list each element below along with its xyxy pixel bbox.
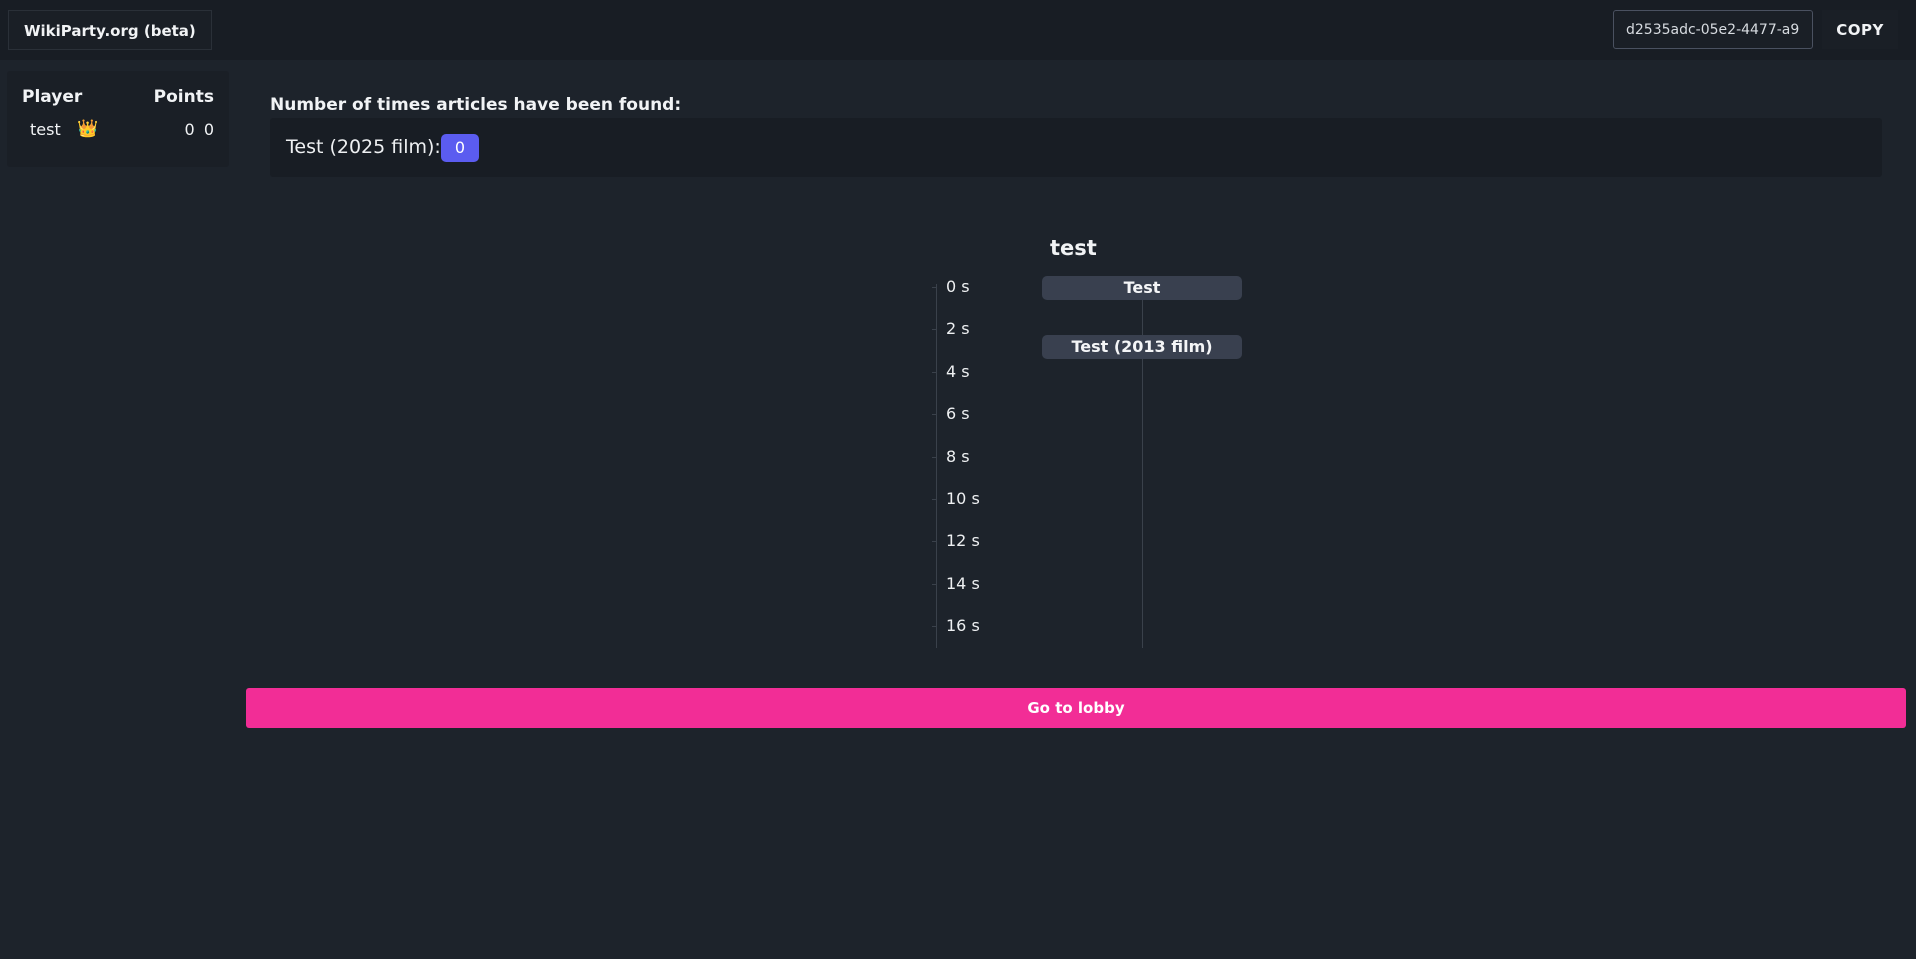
timeline-player-name: test [1050, 236, 1097, 260]
found-section-title: Number of times articles have been found… [270, 95, 682, 115]
scoreboard-header-points: Points [153, 87, 214, 107]
player-name: test [30, 120, 61, 139]
scoreboard-header-player: Player [22, 87, 83, 107]
timeline-article[interactable]: Test (2013 film) [1042, 335, 1242, 360]
axis-tick [932, 626, 937, 628]
axis-tick-label: 10 s [946, 489, 980, 508]
crown-icon: 👑 [77, 119, 99, 139]
site-logo[interactable]: WikiParty.org (beta) [8, 10, 212, 50]
axis-tick [932, 456, 937, 458]
found-count-badge: 0 [441, 134, 479, 162]
axis-tick-label: 14 s [946, 573, 980, 593]
found-article-label: Test (2025 film): [286, 136, 441, 158]
player-points: 0 0 [185, 120, 214, 139]
found-articles-panel: Test (2025 film): 0 [270, 118, 1882, 177]
axis-tick-label: 12 s [946, 531, 980, 551]
axis-tick-label: 2 s [946, 319, 970, 339]
axis-tick-label: 0 s [946, 277, 970, 296]
go-to-lobby-button[interactable]: Go to lobby [246, 688, 1906, 728]
axis-tick [932, 287, 937, 288]
timeline-article[interactable]: Test [1042, 276, 1242, 300]
game-id-field[interactable] [1613, 10, 1813, 49]
top-bar: WikiParty.org (beta) COPY [0, 0, 1916, 60]
axis-tick [932, 329, 937, 331]
axis-tick-label: 4 s [946, 361, 970, 381]
axis-tick [932, 499, 937, 500]
player-total-value: 0 [203, 120, 214, 139]
axis-tick-label: 6 s [946, 404, 970, 424]
timeline-axis [936, 284, 937, 648]
axis-tick [932, 414, 937, 416]
axis-tick-label: 16 s [946, 616, 980, 636]
axis-tick [932, 583, 937, 585]
axis-tick [932, 371, 937, 373]
axis-tick-label: 8 s [946, 446, 970, 466]
scoreboard: Player Points test 👑 0 0 [7, 71, 229, 167]
copy-button[interactable]: COPY [1822, 10, 1898, 49]
axis-tick [932, 541, 937, 543]
player-points-value: 0 [184, 120, 195, 139]
